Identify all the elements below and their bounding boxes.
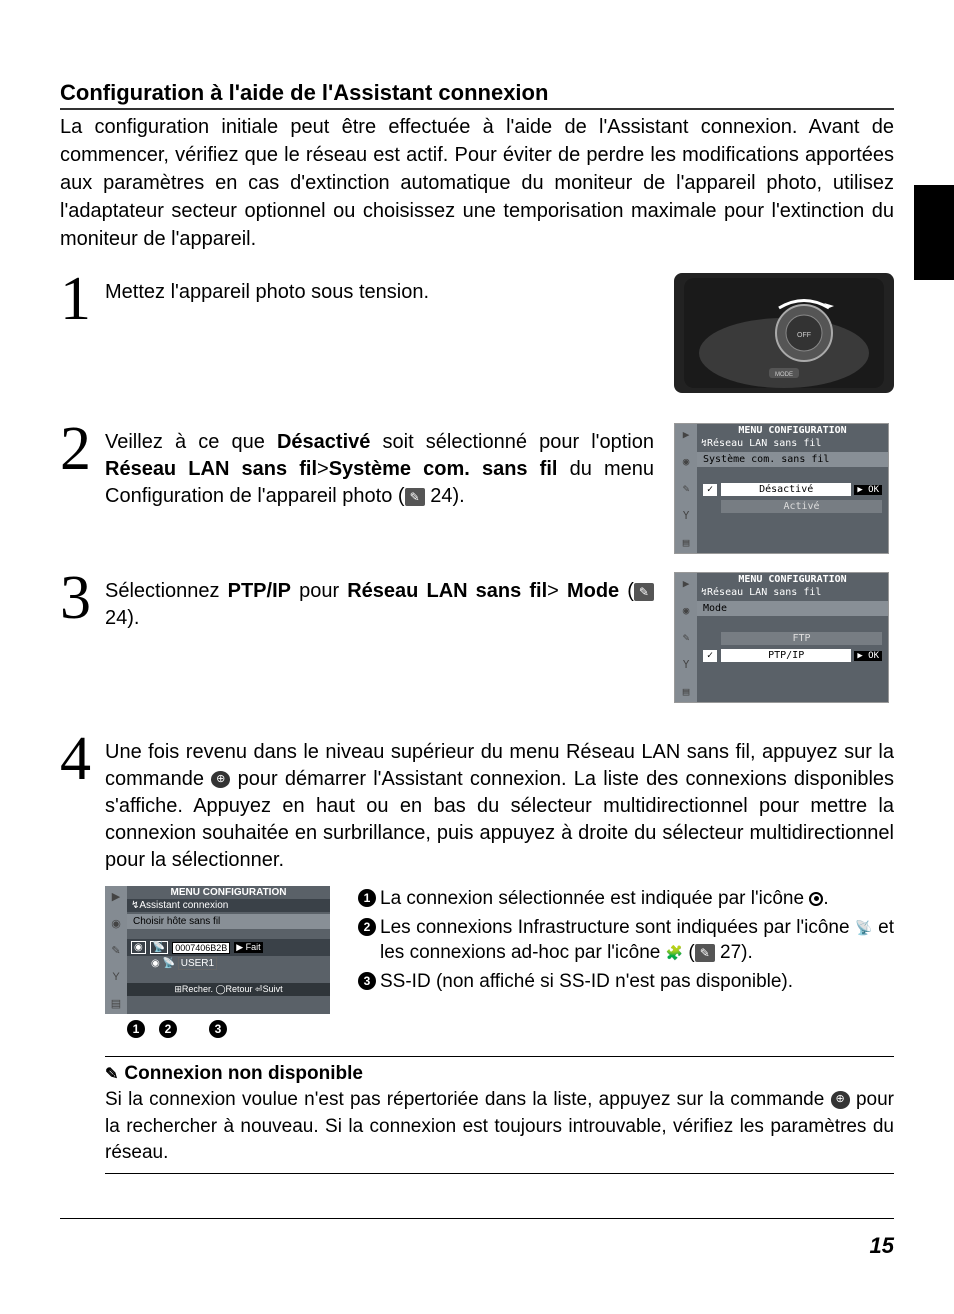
note-box: ✎ Connexion non disponible Si la connexi… (105, 1056, 894, 1174)
play-icon: ▶ (683, 577, 690, 590)
card-icon: ▤ (111, 997, 121, 1010)
camera-icon: ◉ (111, 917, 121, 930)
pencil-icon: ✎ (683, 482, 690, 495)
svg-text:OFF: OFF (797, 332, 811, 339)
step-number-3: 3 (60, 572, 105, 625)
camera-screen-desactive: ▶ ◉ ✎ Y ▤ MENU CONFIGURATION ↯Réseau LAN… (674, 423, 889, 554)
step-number-1: 1 (60, 273, 105, 326)
page-number: 15 (870, 1233, 894, 1259)
page-ref-icon: ✎ (695, 944, 715, 962)
section-title: Configuration à l'aide de l'Assistant co… (60, 80, 894, 110)
pencil-icon: ✎ (105, 1064, 118, 1084)
antenna-icon: 📡 (855, 919, 873, 935)
target-icon (809, 892, 823, 906)
side-tab (914, 185, 954, 280)
step-2-text: Veillez à ce que Désactivé soit sélectio… (105, 423, 664, 510)
annotation-badge-3: 3 (209, 1020, 227, 1038)
step-1-text: Mettez l'appareil photo sous tension. (105, 273, 664, 306)
wrench-icon: Y (683, 509, 690, 522)
step-number-2: 2 (60, 423, 105, 476)
camera-icon: ◉ (683, 455, 690, 468)
enter-button-icon: ⊕ (831, 1091, 850, 1108)
note-title: Connexion non disponible (124, 1063, 363, 1085)
intro-paragraph: La configuration initiale peut être effe… (60, 113, 894, 253)
card-icon: ▤ (683, 536, 690, 549)
svg-text:MODE: MODE (775, 372, 793, 378)
step-number-4: 4 (60, 733, 105, 786)
annotation-list: 1La connexion sélectionnée est indiquée … (358, 886, 894, 1038)
play-icon: ▶ (683, 428, 690, 441)
step-3-text: Sélectionnez PTP/IP pour Réseau LAN sans… (105, 572, 664, 632)
pencil-icon: ✎ (683, 631, 690, 644)
play-icon: ▶ (112, 890, 120, 903)
note-body: Si la connexion voulue n'est pas réperto… (105, 1087, 894, 1167)
camera-screen-mode: ▶ ◉ ✎ Y ▤ MENU CONFIGURATION ↯Réseau LAN… (674, 572, 889, 703)
step-4-text: Une fois revenu dans le niveau supérieur… (105, 733, 894, 874)
wrench-icon: Y (112, 971, 119, 983)
camera-icon: ◉ (683, 604, 690, 617)
wrench-icon: Y (683, 658, 690, 671)
annotation-badge-2: 2 (159, 1020, 177, 1038)
page-ref-icon: ✎ (634, 583, 654, 601)
adhoc-icon: 🧩 (666, 945, 683, 961)
enter-button-icon: ⊕ (211, 771, 230, 788)
camera-illustration: OFF MODE (674, 273, 894, 393)
card-icon: ▤ (683, 685, 690, 698)
page-ref-icon: ✎ (405, 488, 425, 506)
pencil-icon: ✎ (111, 944, 120, 957)
annotation-badge-1: 1 (127, 1020, 145, 1038)
camera-screen-hostlist: ▶ ◉ ✎ Y ▤ MENU CONFIGURATION ↯Assistant … (105, 886, 330, 1014)
